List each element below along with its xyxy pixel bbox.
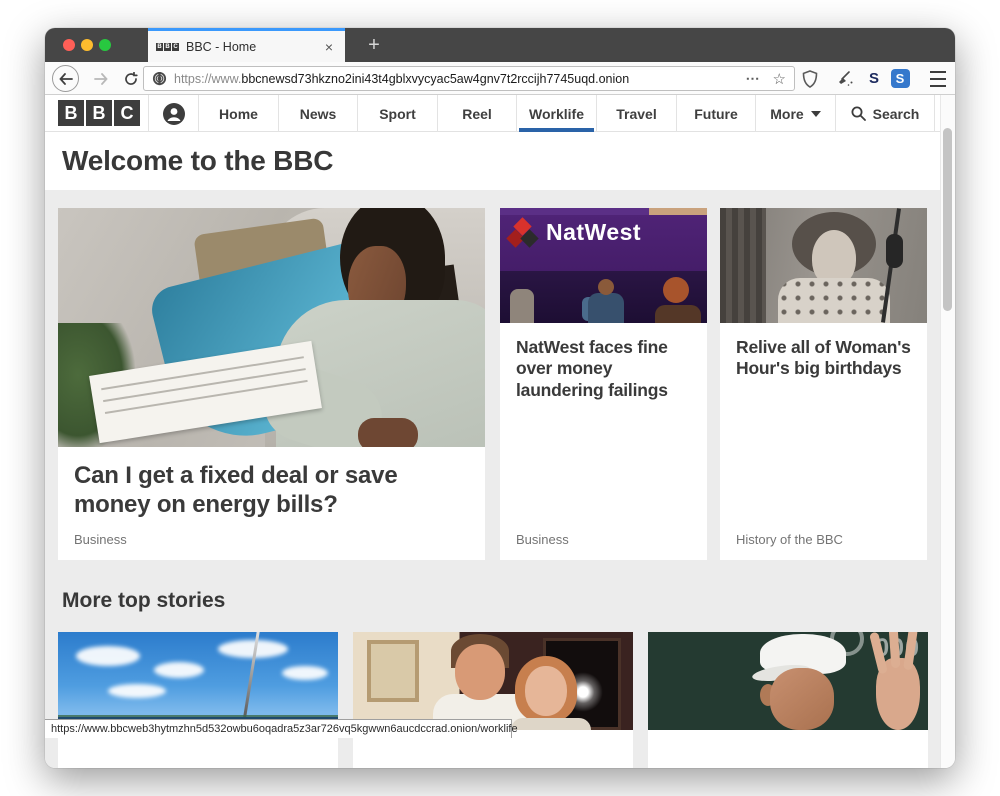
url-scheme: https://www.	[174, 72, 241, 86]
tab-close-icon[interactable]: ×	[321, 38, 337, 56]
nav-item-reel[interactable]: Reel	[437, 95, 516, 132]
bookmark-star-icon[interactable]: ☆	[773, 70, 786, 88]
bbc-logo[interactable]: BBC	[58, 100, 140, 126]
story-image-couple	[353, 632, 633, 730]
tab-title: BBC - Home	[186, 40, 321, 54]
story-category[interactable]: Business	[74, 532, 127, 547]
bbc-favicon-icon: BBC	[156, 43, 179, 51]
story-card-royal-couple[interactable]	[353, 632, 633, 768]
close-window-button[interactable]	[63, 39, 75, 51]
url-bar[interactable]: https://www.bbcnewsd73hkzno2ini43t4gblxv…	[143, 66, 795, 91]
nav-item-home[interactable]: Home	[198, 95, 278, 132]
story-image-woman-reading-bill	[58, 208, 485, 447]
story-image-sky-mast	[58, 632, 338, 730]
scrollbar-thumb[interactable]	[943, 128, 952, 311]
story-category[interactable]: Business	[516, 532, 569, 547]
story-card-energy-bills[interactable]: Can I get a fixed deal or save money on …	[58, 208, 485, 560]
section-heading: More top stories	[62, 589, 225, 613]
url-text[interactable]: https://www.bbcnewsd73hkzno2ini43t4gblxv…	[174, 72, 746, 86]
welcome-band: Welcome to the BBC	[45, 132, 940, 190]
bbc-homepage-content: Welcome to the BBC Can I get a fixed dea…	[45, 132, 955, 768]
nav-item-news[interactable]: News	[278, 95, 357, 132]
back-button[interactable]	[52, 65, 79, 92]
new-tab-button[interactable]: +	[357, 28, 391, 62]
status-url-text: https://www.bbcweb3hytmzhn5d532owbu6oqad…	[51, 723, 518, 735]
page-title: Welcome to the BBC	[62, 145, 333, 177]
story-image-natwest-branch: NatWest	[500, 208, 707, 323]
story-category[interactable]: History of the BBC	[736, 532, 843, 547]
story-headline[interactable]: Can I get a fixed deal or save money on …	[58, 447, 485, 520]
extension-s-icon[interactable]: S	[887, 65, 913, 92]
search-icon	[851, 106, 866, 121]
story-headline[interactable]: Relive all of Woman's Hour's big birthda…	[720, 323, 927, 380]
reload-button[interactable]	[117, 65, 144, 92]
browser-window: BBC BBC - Home × + https://www.bbcnewsd7…	[45, 28, 955, 768]
page-scrollbar[interactable]	[940, 95, 955, 768]
tor-shield-icon[interactable]	[797, 65, 823, 92]
new-identity-broom-icon[interactable]	[833, 65, 859, 92]
forward-button[interactable]	[87, 65, 114, 92]
zoom-window-button[interactable]	[99, 39, 111, 51]
tab-bar: BBC BBC - Home × +	[45, 28, 955, 62]
browser-tab[interactable]: BBC BBC - Home ×	[148, 28, 345, 62]
page-actions-icon[interactable]: ⋯	[746, 70, 761, 87]
bbc-header-nav: BBC Home News Sport Reel Worklife Travel…	[45, 95, 940, 132]
noscript-icon[interactable]: S	[861, 65, 887, 92]
bbc-account-icon[interactable]	[148, 95, 198, 132]
minimize-window-button[interactable]	[81, 39, 93, 51]
menu-hamburger-icon[interactable]	[925, 65, 951, 92]
natwest-sign-text: NatWest	[546, 219, 641, 246]
onion-site-icon[interactable]	[152, 71, 167, 86]
story-card-natwest[interactable]: NatWest NatWest faces fine over money la…	[500, 208, 707, 560]
navigation-toolbar: https://www.bbcnewsd73hkzno2ini43t4gblxv…	[45, 62, 955, 95]
story-headline[interactable]: NatWest faces fine over money laundering…	[500, 323, 707, 401]
nav-item-worklife[interactable]: Worklife	[516, 95, 596, 132]
story-image-womans-hour-bw	[720, 208, 927, 323]
link-status-bar: https://www.bbcweb3hytmzhn5d532owbu6oqad…	[45, 719, 512, 738]
story-card-womans-hour[interactable]: Relive all of Woman's Hour's big birthda…	[720, 208, 927, 560]
story-card-sailing[interactable]	[58, 632, 338, 768]
search-button[interactable]: Search	[835, 95, 935, 132]
nav-item-sport[interactable]: Sport	[357, 95, 437, 132]
chevron-down-icon	[811, 111, 821, 117]
nav-item-more[interactable]: More	[755, 95, 835, 132]
story-card-andy-murray[interactable]: 000	[648, 632, 928, 768]
story-image-tennis-player: 000	[648, 632, 928, 730]
nav-item-future[interactable]: Future	[676, 95, 755, 132]
nav-item-travel[interactable]: Travel	[596, 95, 676, 132]
url-domain: bbcnewsd73hkzno2ini43t4gblxvycyac5aw4gnv…	[241, 72, 629, 86]
